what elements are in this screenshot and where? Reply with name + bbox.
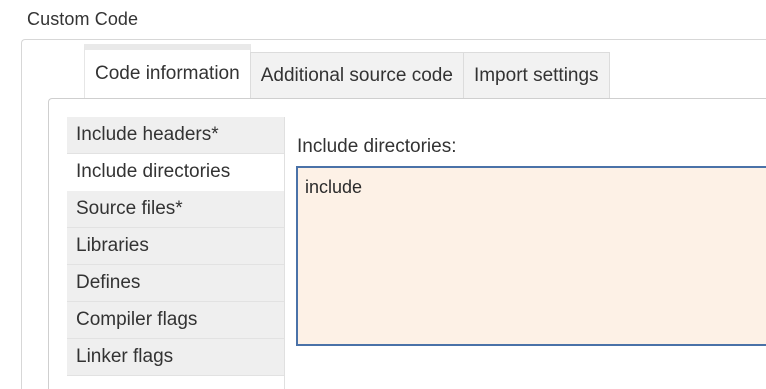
sidebar-item-linker-flags[interactable]: Linker flags [67, 339, 285, 376]
sidebar-item-compiler-flags[interactable]: Compiler flags [67, 302, 285, 339]
sidebar-item-include-headers[interactable]: Include headers* [67, 117, 285, 154]
tab-bar: Code information Additional source code … [84, 44, 610, 98]
sidebar-item-source-files[interactable]: Source files* [67, 191, 285, 228]
sidebar-item-include-directories[interactable]: Include directories [67, 154, 285, 191]
section-title: Custom Code [27, 9, 139, 29]
tab-code-information[interactable]: Code information [84, 44, 251, 98]
tab-additional-source-code[interactable]: Additional source code [249, 52, 464, 98]
include-directories-label: Include directories: [297, 136, 457, 157]
tab-import-settings[interactable]: Import settings [462, 52, 610, 98]
include-directories-textarea[interactable]: include [296, 166, 766, 346]
sidebar-list: Include headers* Include directories Sou… [67, 117, 285, 376]
sidebar-empty-area [67, 376, 285, 389]
sidebar-item-defines[interactable]: Defines [67, 265, 285, 302]
sidebar-divider [284, 117, 285, 389]
custom-code-panel: Custom Code Code information Additional … [0, 0, 766, 389]
sidebar-item-libraries[interactable]: Libraries [67, 228, 285, 265]
